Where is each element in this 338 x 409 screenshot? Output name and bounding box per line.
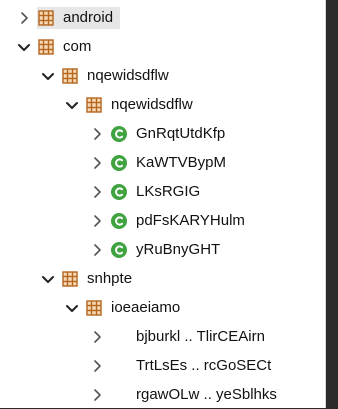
- blank-icon: [110, 328, 128, 346]
- chevron-right-icon[interactable]: [89, 213, 105, 229]
- project-tree-panel: android com nqewidsdflw nqewidsdflw GnRq…: [0, 0, 326, 408]
- tree-item-label: nqewidsdflw: [87, 66, 169, 84]
- chevron-down-icon[interactable]: [40, 68, 56, 84]
- chevron-right-icon[interactable]: [89, 358, 105, 374]
- tree-item-com[interactable]: com: [0, 32, 325, 61]
- tree-item-nqewidsdflw[interactable]: nqewidsdflw: [0, 61, 325, 90]
- chevron-right-icon[interactable]: [89, 155, 105, 171]
- tree-item-class[interactable]: pdFsKARYHulm: [0, 206, 325, 235]
- tree-item-ioeaeiamo[interactable]: ioeaeiamo: [0, 293, 325, 322]
- chevron-right-icon[interactable]: [89, 329, 105, 345]
- tree-item-class[interactable]: GnRqtUtdKfp: [0, 119, 325, 148]
- tree-item-label: android: [60, 7, 117, 28]
- tree-item-class[interactable]: KaWTVBypM: [0, 148, 325, 177]
- package-icon: [37, 9, 55, 27]
- tree-item-label: GnRqtUtdKfp: [136, 124, 226, 142]
- package-icon: [61, 67, 79, 85]
- package-tree: android com nqewidsdflw nqewidsdflw GnRq…: [0, 3, 325, 409]
- tree-item-file[interactable]: bjburkl .. TlirCEAirn: [0, 322, 325, 351]
- tree-item-label: pdFsKARYHulm: [136, 211, 245, 229]
- blank-icon: [110, 386, 128, 404]
- tree-item-label: snhpte: [87, 269, 133, 287]
- chevron-right-icon[interactable]: [89, 184, 105, 200]
- tree-item-label: com: [63, 37, 92, 55]
- blank-icon: [110, 357, 128, 375]
- package-icon: [61, 270, 79, 288]
- chevron-right-icon[interactable]: [16, 10, 32, 26]
- chevron-right-icon[interactable]: [89, 387, 105, 403]
- tree-item-label: TrtLsEs .. rcGoSECt: [136, 356, 272, 374]
- tree-item-label: KaWTVBypM: [136, 153, 227, 171]
- chevron-down-icon[interactable]: [64, 97, 80, 113]
- class-icon: [110, 241, 128, 259]
- tree-item-snhpte[interactable]: snhpte: [0, 264, 325, 293]
- tree-item-nqewidsdflw-sub[interactable]: nqewidsdflw: [0, 90, 325, 119]
- class-icon: [110, 212, 128, 230]
- chevron-right-icon[interactable]: [89, 126, 105, 142]
- chevron-right-icon[interactable]: [89, 242, 105, 258]
- package-icon: [37, 38, 55, 56]
- tree-item-class[interactable]: LKsRGIG: [0, 177, 325, 206]
- tree-item-file[interactable]: TrtLsEs .. rcGoSECt: [0, 351, 325, 380]
- package-icon: [85, 299, 103, 317]
- class-icon: [110, 154, 128, 172]
- class-icon: [110, 183, 128, 201]
- selection-highlight: android: [37, 6, 121, 29]
- tree-item-label: bjburkl .. TlirCEAirn: [136, 327, 265, 345]
- chevron-down-icon[interactable]: [16, 39, 32, 55]
- chevron-down-icon[interactable]: [64, 300, 80, 316]
- tree-item-label: rgawOLw .. yeSblhks: [136, 385, 277, 403]
- tree-item-file[interactable]: rgawOLw .. yeSblhks: [0, 380, 325, 409]
- package-icon: [85, 96, 103, 114]
- tree-item-label: nqewidsdflw: [111, 95, 193, 113]
- tree-item-label: LKsRGIG: [136, 182, 201, 200]
- class-icon: [110, 125, 128, 143]
- tree-item-label: ioeaeiamo: [111, 298, 181, 316]
- chevron-down-icon[interactable]: [40, 271, 56, 287]
- tree-item-android[interactable]: android: [0, 3, 325, 32]
- tree-item-class[interactable]: yRuBnyGHT: [0, 235, 325, 264]
- tree-item-label: yRuBnyGHT: [136, 240, 221, 258]
